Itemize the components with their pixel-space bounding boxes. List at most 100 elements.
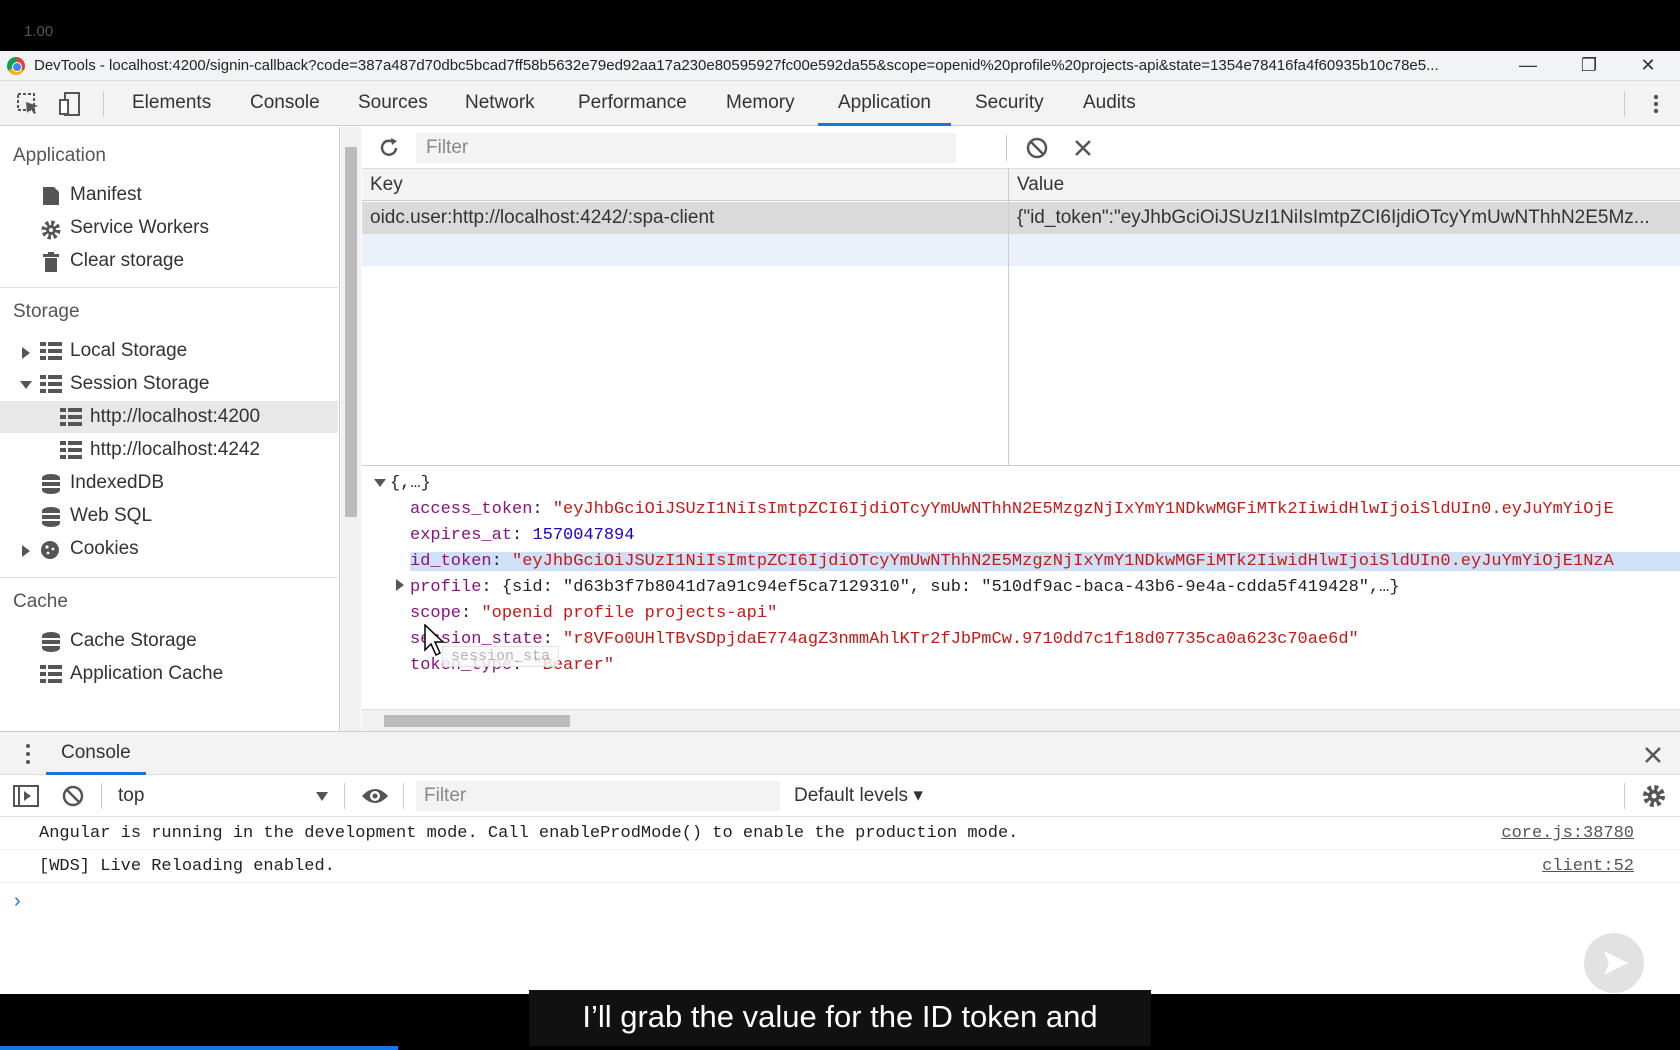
tab-application[interactable]: Application: [818, 81, 951, 126]
console-message-text: [WDS] Live Reloading enabled.: [39, 857, 335, 876]
preview-profile[interactable]: profile: {sid: "d63b3f7b8041d7a91c94ef5c…: [396, 578, 1400, 597]
prompt-chevron-icon: ›: [14, 890, 21, 912]
storage-toolbar: Filter: [362, 127, 1680, 169]
drawer-tab-console[interactable]: Console: [46, 732, 146, 775]
close-window-button[interactable]: ✕: [1625, 51, 1671, 81]
mouse-cursor-icon: [424, 624, 445, 657]
table-row-empty[interactable]: [362, 234, 1680, 266]
sidebar-item-label: Cookies: [70, 538, 139, 559]
toolbar-separator: [1006, 135, 1007, 161]
cookie-icon: [41, 541, 59, 559]
refresh-icon[interactable]: [378, 137, 400, 159]
inspect-element-icon[interactable]: [16, 92, 40, 116]
console-message-source-link[interactable]: client:52: [1542, 851, 1634, 883]
sidebar-item-clear-storage[interactable]: Clear storage: [0, 245, 338, 277]
column-divider: [1008, 169, 1009, 465]
value-preview: {,…} access_token: "eyJhbGciOiJSUzI1NiIs…: [362, 465, 1680, 709]
toolbar-separator: [1624, 783, 1625, 809]
devtools-window: DevTools - localhost:4200/signin-callbac…: [0, 51, 1680, 994]
expand-arrow-icon[interactable]: [22, 347, 30, 359]
tab-performance[interactable]: Performance: [578, 81, 687, 126]
sidebar-divider: [0, 577, 338, 578]
video-progress-bar[interactable]: [0, 1046, 398, 1050]
device-toolbar-icon[interactable]: [58, 92, 82, 116]
tab-audits[interactable]: Audits: [1083, 81, 1136, 126]
preview-horizontal-scrollbar[interactable]: [362, 709, 1680, 731]
console-settings-gear-icon[interactable]: [1642, 784, 1666, 808]
sidebar-item-label: Manifest: [70, 184, 142, 205]
console-filter-input[interactable]: Filter: [416, 781, 780, 811]
storage-filter-input[interactable]: Filter: [416, 133, 956, 163]
database-icon: [42, 632, 60, 652]
document-icon: [43, 187, 59, 205]
sidebar-scrollbar[interactable]: [341, 127, 361, 731]
tab-security[interactable]: Security: [975, 81, 1044, 126]
sidebar-item-local-storage[interactable]: Local Storage: [0, 335, 338, 367]
tab-elements[interactable]: Elements: [132, 81, 211, 126]
tab-separator: [1624, 91, 1625, 117]
sidebar-scrollbar-thumb[interactable]: [345, 147, 357, 517]
sidebar-item-manifest[interactable]: Manifest: [0, 179, 338, 211]
context-selector[interactable]: top: [118, 781, 330, 811]
show-sidebar-icon[interactable]: [13, 785, 39, 807]
sidebar-item-session-localhost-4200[interactable]: http://localhost:4200: [0, 401, 338, 433]
tab-console[interactable]: Console: [250, 81, 320, 126]
expand-arrow-icon[interactable]: [396, 579, 404, 591]
sidebar-item-web-sql[interactable]: Web SQL: [0, 500, 338, 532]
table-icon: [60, 408, 82, 426]
console-message-text: Angular is running in the development mo…: [39, 824, 1019, 843]
sidebar-item-cache-storage[interactable]: Cache Storage: [0, 625, 338, 657]
tab-network[interactable]: Network: [465, 81, 535, 126]
more-menu-icon[interactable]: [1644, 92, 1668, 116]
horizontal-scrollbar-thumb[interactable]: [384, 715, 570, 727]
sidebar-item-label: Local Storage: [70, 340, 188, 361]
preview-id-token[interactable]: id_token: "eyJhbGciOiJSUzI1NiIsImtpZCI6I…: [410, 552, 1680, 571]
expand-arrow-icon[interactable]: [22, 545, 30, 557]
close-drawer-icon[interactable]: [1644, 746, 1662, 764]
preview-access-token[interactable]: access_token: "eyJhbGciOiJSUzI1NiIsImtpZ…: [410, 500, 1614, 519]
window-title: DevTools - localhost:4200/signin-callbac…: [34, 57, 1439, 74]
sidebar-item-label: http://localhost:4242: [90, 439, 261, 460]
drawer-menu-icon[interactable]: [18, 743, 38, 765]
storage-view: Filter Key Value oidc.user:http://localh…: [362, 127, 1680, 731]
sidebar-divider: [0, 287, 338, 288]
row-value-cell[interactable]: {"id_token":"eyJhbGciOiJSUzI1NiIsImtpZCI…: [1009, 202, 1657, 234]
eye-icon[interactable]: [361, 786, 389, 806]
console-prompt[interactable]: ›: [0, 884, 1680, 924]
application-sidebar: Application Manifest Service Workers Cle…: [0, 127, 340, 731]
collapse-arrow-icon[interactable]: [374, 479, 386, 487]
play-icon: [1604, 951, 1628, 975]
sidebar-item-label: Session Storage: [70, 373, 210, 394]
column-header-key[interactable]: Key: [362, 169, 1008, 201]
row-key-cell[interactable]: oidc.user:http://localhost:4242/:spa-cli…: [362, 202, 1008, 234]
tooltip: session_sta: [442, 646, 560, 667]
tab-memory[interactable]: Memory: [726, 81, 795, 126]
player-play-button[interactable]: [1584, 933, 1644, 993]
clear-console-icon[interactable]: [62, 785, 84, 807]
console-message-source-link[interactable]: core.js:38780: [1501, 818, 1634, 850]
preview-expires-at[interactable]: expires_at: 1570047894: [410, 526, 634, 545]
clear-all-icon[interactable]: [1026, 137, 1048, 159]
preview-scope[interactable]: scope: "openid profile projects-api": [410, 604, 777, 623]
sidebar-item-service-workers[interactable]: Service Workers: [0, 212, 338, 244]
preview-root[interactable]: {,…}: [374, 474, 431, 493]
tab-sources[interactable]: Sources: [358, 81, 428, 126]
column-header-value[interactable]: Value: [1009, 169, 1680, 201]
sidebar-item-session-localhost-4242[interactable]: http://localhost:4242: [0, 434, 338, 466]
table-icon: [40, 375, 62, 393]
sidebar-item-label: IndexedDB: [70, 472, 165, 493]
log-levels-dropdown[interactable]: Default levels ▾: [794, 781, 923, 811]
table-row[interactable]: oidc.user:http://localhost:4242/:spa-cli…: [362, 202, 1680, 234]
restore-button[interactable]: ❐: [1566, 51, 1612, 81]
sidebar-item-label: Cache Storage: [70, 630, 197, 651]
collapse-arrow-icon[interactable]: [20, 381, 32, 389]
sidebar-item-cookies[interactable]: Cookies: [0, 533, 338, 565]
sidebar-item-application-cache[interactable]: Application Cache: [0, 658, 338, 690]
delete-selected-icon[interactable]: [1074, 139, 1092, 157]
sidebar-item-label: Web SQL: [70, 505, 153, 526]
sidebar-item-indexeddb[interactable]: IndexedDB: [0, 467, 338, 499]
video-caption: I’ll grab the value for the ID token and: [529, 990, 1151, 1046]
sidebar-item-session-storage[interactable]: Session Storage: [0, 368, 338, 400]
minimize-button[interactable]: —: [1505, 51, 1551, 81]
context-value: top: [118, 785, 145, 806]
